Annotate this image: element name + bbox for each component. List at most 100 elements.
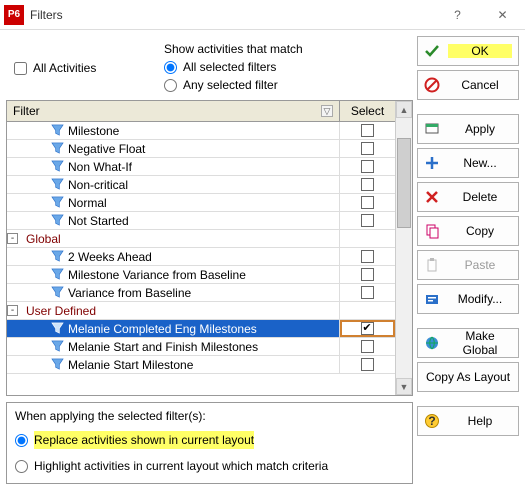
close-button[interactable]: ✕ [480,0,525,30]
vertical-scrollbar[interactable]: ▲ ▼ [395,101,412,395]
filter-label: Non What-If [68,160,339,174]
filter-label: 2 Weeks Ahead [68,250,339,264]
select-checkbox[interactable] [361,124,374,137]
filter-label: Variance from Baseline [68,286,339,300]
match-any-label: Any selected filter [183,76,278,94]
cancel-button[interactable]: Cancel [417,70,519,100]
filter-group-row[interactable]: -Global [7,230,395,248]
select-checkbox[interactable] [361,286,374,299]
replace-label: Replace activities shown in current layo… [34,431,254,449]
modify-button[interactable]: Modify... [417,284,519,314]
help-titlebar-button[interactable]: ? [435,0,480,30]
filters-grid: Filter ▽ Select Milestone Negative Float N… [6,100,413,396]
match-any-radio[interactable]: Any selected filter [164,76,411,94]
collapse-icon[interactable]: - [7,305,18,316]
paste-icon [424,257,440,273]
funnel-icon [50,160,64,174]
paste-button: Paste [417,250,519,280]
funnel-icon [50,322,64,336]
copy-icon [424,223,440,239]
all-activities-checkbox[interactable] [14,62,27,75]
select-checkbox[interactable] [361,358,374,371]
funnel-icon [50,250,64,264]
select-checkbox[interactable] [361,178,374,191]
filter-label: Melanie Completed Eng Milestones [68,322,339,336]
match-header: Show activities that match [164,42,411,56]
help-button[interactable]: ? Help [417,406,519,436]
check-icon [424,43,440,59]
apply-filter-panel: When applying the selected filter(s): Re… [6,402,413,484]
app-badge: P6 [4,5,24,25]
funnel-icon [50,268,64,282]
filter-row[interactable]: Melanie Completed Eng Milestones [7,320,395,338]
filter-row[interactable]: Non What-If [7,158,395,176]
filter-row[interactable]: Non-critical [7,176,395,194]
filter-label: Not Started [68,214,339,228]
replace-radio[interactable]: Replace activities shown in current layo… [15,431,404,449]
select-checkbox[interactable] [361,160,374,173]
filter-row[interactable]: Negative Float [7,140,395,158]
cancel-icon [424,77,440,93]
funnel-icon [50,142,64,156]
apply-icon [424,121,440,137]
col-select-header[interactable]: Select [340,101,395,121]
select-checkbox[interactable] [361,268,374,281]
funnel-icon [50,196,64,210]
filter-label: Melanie Start Milestone [68,358,339,372]
funnel-icon [50,358,64,372]
filter-row[interactable]: Variance from Baseline [7,284,395,302]
delete-icon [424,189,440,205]
new-button[interactable]: New... [417,148,519,178]
sort-icon[interactable]: ▽ [321,105,333,117]
funnel-icon [50,178,64,192]
grid-header: Filter ▽ Select [7,101,395,122]
filter-label: Melanie Start and Finish Milestones [68,340,339,354]
scroll-thumb[interactable] [397,138,411,228]
delete-button[interactable]: Delete [417,182,519,212]
col-filter-header[interactable]: Filter ▽ [7,101,340,121]
filter-label: Negative Float [68,142,339,156]
all-activities-label: All Activities [33,61,96,75]
match-all-radio[interactable]: All selected filters [164,58,411,76]
filter-row[interactable]: Milestone Variance from Baseline [7,266,395,284]
filter-label: Milestone Variance from Baseline [68,268,339,282]
funnel-icon [50,124,64,138]
select-checkbox[interactable] [361,250,374,263]
highlight-label: Highlight activities in current layout w… [34,457,328,475]
select-checkbox[interactable] [361,340,374,353]
filter-row[interactable]: Not Started [7,212,395,230]
match-all-label: All selected filters [183,58,276,76]
plus-icon [424,155,440,171]
filter-label: Normal [68,196,339,210]
collapse-icon[interactable]: - [7,233,18,244]
copy-as-layout-button[interactable]: Copy As Layout [417,362,519,392]
highlight-radio[interactable]: Highlight activities in current layout w… [15,457,404,475]
filter-label: Milestone [68,124,339,138]
title-bar: P6 Filters ? ✕ [0,0,525,30]
filter-row[interactable]: Melanie Start and Finish Milestones [7,338,395,356]
select-checkbox[interactable] [361,322,374,335]
modify-icon [424,291,440,307]
svg-text:?: ? [428,414,435,428]
filter-row[interactable]: 2 Weeks Ahead [7,248,395,266]
filter-label: Non-critical [68,178,339,192]
scroll-down-button[interactable]: ▼ [396,378,412,395]
filter-label: Global [26,232,339,246]
select-checkbox[interactable] [361,142,374,155]
funnel-icon [50,214,64,228]
filter-row[interactable]: Normal [7,194,395,212]
scroll-up-button[interactable]: ▲ [396,101,412,118]
help-icon: ? [424,413,440,429]
select-checkbox[interactable] [361,214,374,227]
copy-button[interactable]: Copy [417,216,519,246]
ok-button[interactable]: OK [417,36,519,66]
filter-label: User Defined [26,304,339,318]
apply-button[interactable]: Apply [417,114,519,144]
window-title: Filters [30,8,435,22]
filter-group-row[interactable]: -User Defined [7,302,395,320]
select-checkbox[interactable] [361,196,374,209]
funnel-icon [50,340,64,354]
make-global-button[interactable]: Make Global [417,328,519,358]
filter-row[interactable]: Milestone [7,122,395,140]
filter-row[interactable]: Melanie Start Milestone [7,356,395,374]
